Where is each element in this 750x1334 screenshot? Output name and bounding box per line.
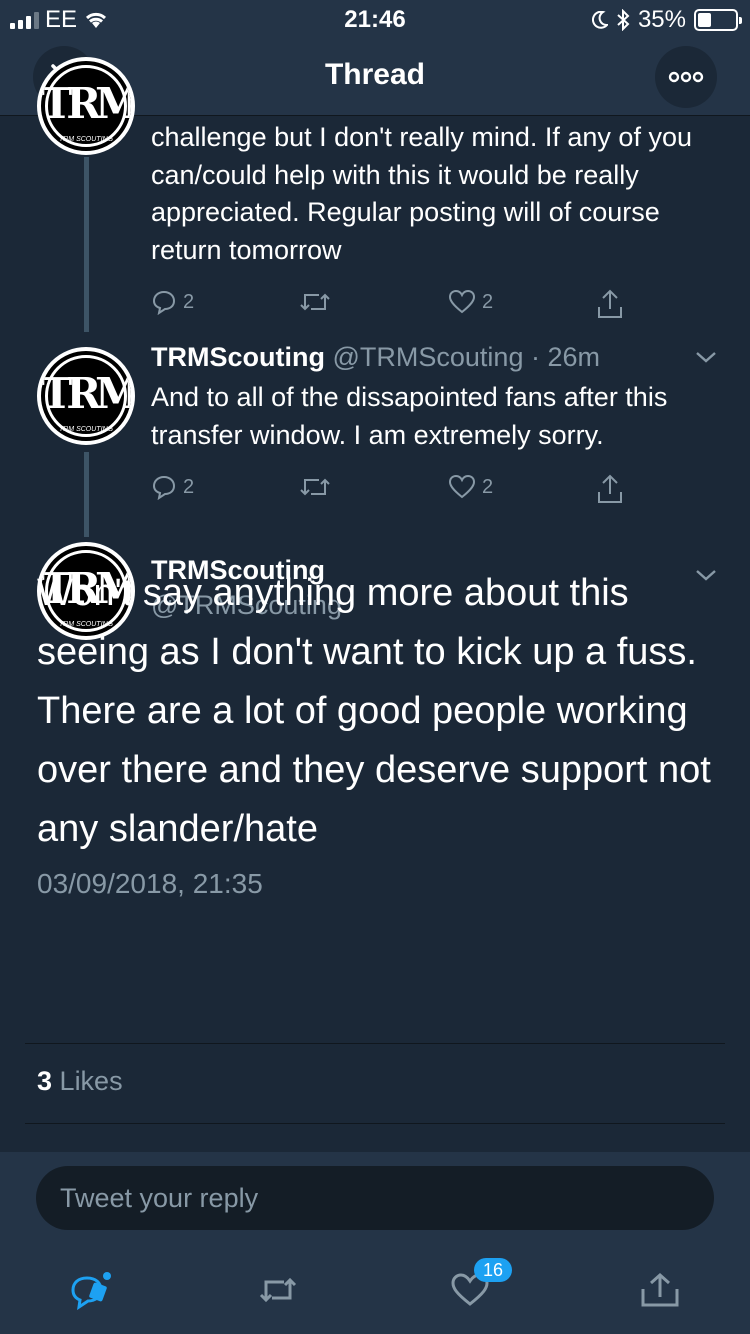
tweet-header: TRMScouting @TRMScouting · 26m — [151, 342, 600, 373]
retweet-button[interactable] — [299, 474, 337, 500]
reply-count: 2 — [183, 290, 195, 313]
moon-icon — [591, 11, 608, 29]
share-icon — [641, 1272, 679, 1307]
like-button[interactable]: 2 — [448, 474, 493, 500]
battery-percent: 35% — [637, 6, 686, 33]
tweet-timestamp: 03/09/2018, 21:35 — [37, 868, 263, 899]
retweet-icon — [259, 1277, 297, 1303]
retweet-icon — [300, 478, 330, 496]
thread-connector — [84, 452, 89, 537]
battery-icon — [694, 9, 742, 31]
divider — [25, 1123, 725, 1124]
tweet-text: And to all of the dissapointed fans afte… — [151, 382, 668, 450]
author-handle: @TRMScouting — [332, 342, 524, 372]
likes-count: 3 — [37, 1066, 53, 1096]
reply-button[interactable]: 2 — [151, 474, 194, 500]
chevron-down-icon[interactable] — [694, 349, 718, 365]
share-button[interactable] — [596, 289, 624, 319]
tweet-actions: 2 2 — [151, 474, 631, 504]
retweet-button[interactable] — [299, 289, 337, 315]
author-name[interactable]: TRMScouting — [151, 342, 325, 372]
share-button[interactable] — [630, 1264, 690, 1316]
notification-badge: 16 — [474, 1258, 512, 1282]
like-button[interactable]: 2 — [448, 289, 493, 315]
reply-icon — [152, 475, 176, 500]
reply-icon — [152, 290, 176, 315]
reply-count: 2 — [183, 475, 195, 498]
likes-label: Likes — [59, 1066, 123, 1096]
share-button[interactable] — [596, 474, 624, 504]
status-right: 35% — [591, 6, 742, 34]
share-icon — [598, 474, 622, 503]
avatar[interactable]: TRM TRM SCOUTING — [37, 347, 135, 445]
like-count: 2 — [482, 475, 494, 498]
bottom-toolbar: 16 — [0, 1248, 750, 1334]
reply-button[interactable]: 2 — [151, 289, 194, 315]
status-bar: EE 21:46 35% — [0, 0, 750, 40]
thread-connector — [84, 157, 89, 332]
reply-icon — [71, 1272, 111, 1310]
share-icon — [598, 289, 622, 318]
bluetooth-icon — [617, 9, 630, 31]
like-count: 2 — [482, 290, 494, 313]
divider — [25, 1043, 725, 1044]
tweet-text: challenge but I don't really mind. If an… — [151, 122, 692, 265]
heart-icon — [448, 289, 476, 314]
reply-input[interactable] — [36, 1166, 714, 1230]
tweet-age: · 26m — [530, 342, 601, 372]
main-tweet-text: Won't say anything more about this seein… — [37, 572, 711, 850]
more-options-button[interactable] — [655, 46, 717, 108]
avatar[interactable]: TRM TRM SCOUTING — [37, 57, 135, 155]
heart-icon — [448, 474, 476, 499]
likes-summary[interactable]: 3 Likes — [37, 1066, 123, 1097]
retweet-button[interactable] — [248, 1264, 308, 1316]
reply-button[interactable] — [60, 1264, 120, 1316]
retweet-icon — [300, 293, 330, 311]
tweet-actions: 2 2 — [151, 289, 631, 319]
more-icon — [668, 71, 704, 83]
reply-bar — [0, 1152, 750, 1248]
